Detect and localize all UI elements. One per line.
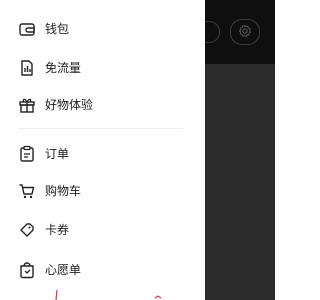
menu-item-label: 免流量 <box>45 61 82 75</box>
menu-item-wallet[interactable]: 钱包 <box>0 11 205 47</box>
app-screen: 钱包 免流量 好物体验 订单 购物车 卡券 心愿单 <box>0 0 275 300</box>
menu-item-data-plan[interactable]: 免流量 <box>0 50 205 86</box>
cart-icon <box>18 182 36 200</box>
peek-item-icon <box>153 290 163 300</box>
menu-item-cart[interactable]: 购物车 <box>0 173 205 209</box>
menu-item-wishlist[interactable]: 心愿单 <box>0 252 205 288</box>
menu-item-label: 钱包 <box>45 22 70 36</box>
peek-item-icon <box>53 290 63 300</box>
wishlist-icon <box>18 261 36 279</box>
gift-icon <box>18 96 36 114</box>
menu-item-label: 订单 <box>45 147 70 161</box>
gear-icon <box>238 23 252 42</box>
side-drawer: 钱包 免流量 好物体验 订单 购物车 卡券 心愿单 <box>0 0 205 300</box>
menu-item-label: 卡券 <box>45 223 70 237</box>
coupon-icon <box>18 221 36 239</box>
background-settings-button <box>230 19 260 45</box>
data-plan-icon <box>18 59 36 77</box>
menu-divider <box>18 128 183 129</box>
menu-item-orders[interactable]: 订单 <box>0 136 205 172</box>
menu-item-label: 好物体验 <box>45 98 94 112</box>
order-icon <box>18 145 36 163</box>
menu-item-coupons[interactable]: 卡券 <box>0 212 205 248</box>
menu-item-trial[interactable]: 好物体验 <box>0 87 205 123</box>
wallet-icon <box>18 20 36 38</box>
menu-item-label: 购物车 <box>45 184 82 198</box>
menu-item-label: 心愿单 <box>45 263 82 277</box>
